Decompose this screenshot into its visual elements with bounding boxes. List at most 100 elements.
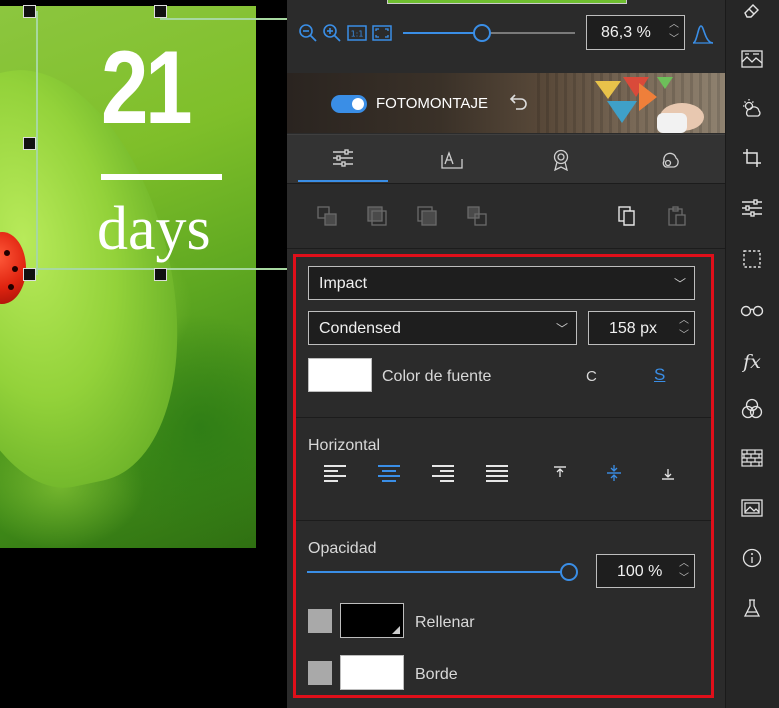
- font-family-select[interactable]: Impact ﹀: [308, 266, 695, 300]
- font-style-select[interactable]: Condensed ﹀: [308, 311, 577, 345]
- border-checkbox[interactable]: [308, 661, 332, 685]
- layer-forward-icon[interactable]: [416, 205, 438, 227]
- opacity-value-field[interactable]: 100 % ︿ ﹀: [596, 554, 695, 588]
- fotomontaje-banner: FOTOMONTAJE: [287, 73, 725, 133]
- zoom-decrease-icon[interactable]: ﹀: [668, 34, 680, 46]
- border-color-swatch[interactable]: [340, 655, 404, 690]
- small-caps-button[interactable]: C: [586, 368, 597, 385]
- actual-size-icon[interactable]: 1:1: [347, 25, 367, 44]
- font-size-field[interactable]: 158 px ︿ ﹀: [588, 311, 695, 345]
- layer-backward-icon[interactable]: [366, 205, 388, 227]
- layer-order-toolbar: [287, 185, 725, 249]
- image-icon[interactable]: [738, 498, 766, 526]
- horizontal-heading: Horizontal: [308, 437, 381, 454]
- font-color-swatch[interactable]: [308, 358, 372, 392]
- chevron-down-icon: ﹀: [673, 277, 686, 291]
- selection-edge-top: [160, 18, 287, 20]
- paste-icon[interactable]: [666, 205, 688, 227]
- sliders-icon: [333, 149, 353, 167]
- align-center-icon[interactable]: [378, 465, 402, 487]
- font-size-value: 158 px: [609, 320, 658, 337]
- font-style-value: Condensed: [319, 320, 401, 337]
- resize-handle-left[interactable]: [23, 137, 36, 150]
- photo-layer: 21 days: [0, 6, 256, 548]
- tab-text[interactable]: [407, 135, 497, 184]
- brick-wall-icon[interactable]: [738, 448, 766, 476]
- tangram-illustration: [595, 77, 704, 133]
- align-justify-icon[interactable]: [486, 465, 510, 487]
- toggle-knob: [352, 98, 364, 110]
- strikethrough-button[interactable]: S: [654, 365, 665, 385]
- image-canvas[interactable]: 21 days: [0, 0, 287, 708]
- align-left-icon[interactable]: [324, 465, 348, 487]
- navigator-preview[interactable]: [387, 0, 627, 4]
- font-size-decrease-icon[interactable]: ﹀: [678, 330, 690, 342]
- shapes-icon: [662, 152, 679, 168]
- fotomontaje-toggle[interactable]: [331, 95, 367, 113]
- resize-handle-top[interactable]: [154, 5, 167, 18]
- fill-color-swatch[interactable]: [340, 603, 404, 638]
- font-size-increase-icon[interactable]: ︿: [678, 315, 690, 327]
- award-icon: [553, 149, 569, 172]
- font-color-label: Color de fuente: [382, 368, 492, 385]
- fill-checkbox[interactable]: [308, 609, 332, 633]
- align-middle-icon[interactable]: [603, 463, 625, 485]
- divider: [296, 417, 711, 418]
- layer-back-icon[interactable]: [316, 205, 338, 227]
- zoom-slider-fill: [403, 32, 483, 34]
- svg-text:1:1: 1:1: [351, 30, 364, 39]
- opacity-decrease-icon[interactable]: ﹀: [678, 573, 690, 585]
- zoom-value-field[interactable]: 86,3 % ︿ ﹀: [586, 15, 685, 50]
- eraser-icon[interactable]: [738, 0, 766, 28]
- zoom-in-icon[interactable]: [322, 23, 342, 46]
- undo-icon[interactable]: [509, 91, 529, 117]
- opacity-increase-icon[interactable]: ︿: [678, 558, 690, 570]
- tab-adjust[interactable]: [298, 135, 388, 184]
- zoom-out-icon[interactable]: [298, 23, 318, 46]
- zoom-slider-thumb[interactable]: [473, 24, 492, 42]
- color-circles-icon[interactable]: [738, 398, 766, 426]
- texture-icon[interactable]: [738, 49, 766, 77]
- headline-number-text[interactable]: 21: [101, 36, 193, 140]
- headline-underline: [101, 174, 222, 180]
- tools-sidebar: fx: [725, 0, 779, 708]
- panel-tabs: [287, 134, 725, 184]
- divider: [296, 520, 711, 521]
- tab-effects[interactable]: [516, 135, 606, 184]
- glasses-icon[interactable]: [738, 298, 766, 326]
- swatch-corner-icon: [392, 626, 400, 634]
- align-bottom-icon[interactable]: [657, 463, 679, 485]
- sliders-icon[interactable]: [738, 198, 766, 226]
- align-right-icon[interactable]: [432, 465, 456, 487]
- border-label: Borde: [415, 666, 458, 683]
- resize-handle-bottom-left[interactable]: [23, 268, 36, 281]
- opacity-value-text: 100 %: [617, 563, 663, 580]
- histogram-icon[interactable]: [692, 24, 714, 50]
- zoom-increase-icon[interactable]: ︿: [668, 19, 680, 31]
- crop-icon[interactable]: [738, 148, 766, 176]
- weather-icon[interactable]: [738, 98, 766, 126]
- copy-icon[interactable]: [616, 205, 638, 227]
- chevron-down-icon: ﹀: [555, 322, 568, 336]
- fill-label: Rellenar: [415, 614, 475, 631]
- flask-icon[interactable]: [738, 598, 766, 626]
- fit-screen-icon[interactable]: [372, 25, 392, 44]
- fotomontaje-label: FOTOMONTAJE: [376, 95, 488, 112]
- properties-panel: 1:1 86,3 % ︿ ﹀ ︿ FOTOMONTAJE Impact ﹀ Co…: [287, 0, 725, 708]
- resize-handle-top-left[interactable]: [23, 5, 36, 18]
- text-frame-icon: [441, 151, 463, 169]
- fx-icon[interactable]: fx: [738, 348, 766, 376]
- headline-word-text[interactable]: days: [97, 198, 211, 260]
- selection-icon[interactable]: [738, 249, 766, 277]
- opacity-slider-track[interactable]: [307, 571, 569, 573]
- text-properties-group: Impact ﹀ Condensed ﹀ 158 px ︿ ﹀ Color de…: [293, 254, 714, 698]
- layer-front-icon[interactable]: [466, 205, 488, 227]
- align-top-icon[interactable]: [549, 463, 571, 485]
- tab-shapes[interactable]: [625, 135, 715, 184]
- zoom-value-text: 86,3 %: [601, 24, 651, 41]
- resize-handle-bottom[interactable]: [154, 268, 167, 281]
- selection-edge-left: [36, 11, 38, 275]
- info-icon[interactable]: [738, 548, 766, 576]
- font-family-value: Impact: [319, 275, 368, 292]
- opacity-slider-thumb[interactable]: [560, 563, 578, 581]
